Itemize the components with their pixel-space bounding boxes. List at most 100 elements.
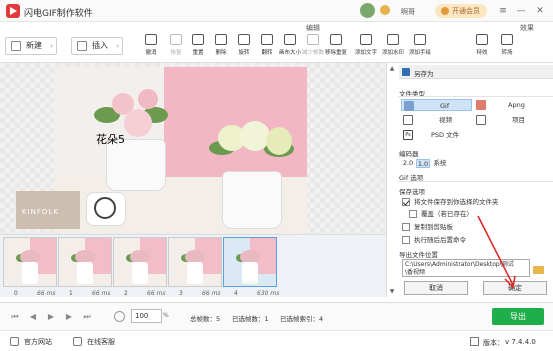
file-type-video[interactable]: 视频 [401, 114, 472, 126]
frame-duration: 66 ms [92, 290, 111, 297]
tool-remove-duplicates-button[interactable]: 移除重复 [322, 34, 350, 61]
frame-thumbnail[interactable] [58, 237, 112, 287]
folder-icon[interactable] [533, 266, 544, 274]
frame-index: 3 [179, 290, 183, 297]
video-icon [403, 115, 413, 125]
checkbox[interactable] [409, 210, 417, 218]
play-icon[interactable]: ▶ [46, 312, 56, 322]
insert-icon [77, 41, 87, 51]
next-frame-icon[interactable]: ▶ [64, 312, 74, 322]
zoom-input[interactable]: 100 [131, 309, 162, 323]
total-frames: 总帧数：5 [190, 315, 221, 323]
frame-index: 1 [69, 290, 73, 297]
file-type-project-label: 项目 [512, 116, 525, 124]
frame-index: 4 [234, 290, 238, 297]
vip-badge-icon [380, 5, 390, 15]
checkbox[interactable] [402, 223, 410, 231]
add-drawing-icon [414, 34, 426, 45]
tool-label: 转场 [501, 50, 513, 56]
ribbon-toolbar: 编辑 效果 新建 › 插入 › 撤消 恢复 重置 删除 旋转 翻转 画布大小 减少帧数 移除重复… [0, 22, 553, 63]
gif-icon [404, 101, 414, 111]
checkbox[interactable] [402, 198, 410, 206]
export-button[interactable]: 导出 [492, 308, 544, 325]
website-link[interactable]: 官方网站 [24, 337, 52, 347]
app-title: 闪电GIF制作软件 [24, 9, 93, 19]
frame-duration: 66 ms [147, 290, 166, 297]
new-button[interactable]: 新建 › [5, 37, 57, 55]
prev-frame-icon[interactable]: ◀ [28, 312, 38, 322]
scroll-down-icon[interactable]: ▼ [386, 287, 398, 297]
file-type-psd-label: PSD 文件 [431, 131, 460, 139]
effects-icon [476, 34, 488, 45]
project-icon [476, 115, 486, 125]
add-watermark-icon [387, 34, 399, 45]
zoom-icon [114, 311, 125, 322]
frame-thumbnail[interactable] [113, 237, 167, 287]
website-icon [10, 337, 19, 346]
rotate-icon [238, 34, 250, 45]
new-button-label: 新建 [26, 41, 42, 50]
first-frame-icon[interactable]: ⏮ [10, 312, 20, 322]
support-link[interactable]: 在线客服 [87, 337, 115, 347]
frame-thumbnail[interactable] [168, 237, 222, 287]
save-as-title: 另存为 [414, 70, 434, 78]
selected-frame-index: 已选帧索引：4 [280, 315, 324, 323]
version-icon [470, 337, 479, 346]
selected-frames: 已选帧数：1 [232, 315, 269, 323]
checkbox[interactable] [402, 236, 410, 244]
menu-icon[interactable]: ≡ [496, 4, 510, 18]
remove-duplicates-icon [330, 34, 342, 45]
file-type-video-label: 视频 [439, 116, 452, 124]
encoder-system[interactable]: 系统 [433, 159, 447, 168]
frame-thumbnail[interactable] [3, 237, 57, 287]
tool-add-text-button[interactable]: 添加文字 [352, 34, 380, 61]
encoder-2-0[interactable]: 2.0 [402, 159, 414, 168]
option-label: 执行随后后置命令 [414, 236, 466, 244]
support-icon [73, 337, 82, 346]
psd-icon: Ps [403, 130, 413, 140]
canvas-area[interactable]: KINFOLK 花朵5 [0, 63, 386, 234]
app-logo-icon [6, 4, 20, 18]
flip-icon [261, 34, 273, 45]
annotation-arrow [477, 215, 516, 289]
tool-add-drawing-button[interactable]: 添加手绘 [406, 34, 434, 61]
frame-duration: 630 ms [257, 290, 280, 297]
encoder-1-0[interactable]: 1.0 [416, 159, 430, 168]
tool-undo-button[interactable]: 撤消 [137, 34, 165, 61]
crown-icon [441, 7, 449, 15]
last-frame-icon[interactable]: ⏭ [82, 312, 92, 322]
frame-thumbnail[interactable] [223, 237, 277, 287]
file-type-apng[interactable]: Apng [474, 99, 550, 111]
tool-label: 翻转 [261, 50, 273, 56]
encoder-label: 编码器 [399, 150, 419, 158]
scroll-up-icon[interactable]: ▲ [386, 64, 398, 74]
tool-label: 移除重复 [324, 50, 347, 56]
option-label: 将文件保存到你选择的文件夹 [414, 198, 499, 206]
close-icon[interactable]: ✕ [533, 4, 547, 18]
book-title: KINFOLK [22, 208, 59, 216]
frame-duration: 66 ms [37, 290, 56, 297]
canvas-size-icon [284, 34, 296, 45]
file-type-psd[interactable]: Ps PSD 文件 [401, 129, 472, 141]
user-name[interactable]: 啊哥 [401, 7, 415, 17]
insert-button-label: 插入 [92, 41, 108, 50]
minimize-icon[interactable]: — [514, 4, 528, 18]
insert-button[interactable]: 插入 › [71, 37, 123, 55]
file-type-gif[interactable]: Gif [401, 99, 472, 111]
tool-effects-button[interactable]: 特效 [468, 34, 496, 61]
frame-text-overlay[interactable]: 花朵5 [96, 131, 125, 147]
apng-icon [476, 100, 486, 110]
tool-label: 特效 [476, 50, 488, 56]
zoom-value: 100 [135, 312, 149, 320]
tool-transition-button[interactable]: 转场 [493, 34, 521, 61]
chevron-right-icon: › [50, 42, 53, 50]
delete-icon [215, 34, 227, 45]
tool-add-watermark-button[interactable]: 添加水印 [379, 34, 407, 61]
zoom-unit[interactable]: % [163, 309, 173, 323]
reset-icon [192, 34, 204, 45]
avatar[interactable] [360, 3, 375, 18]
tool-label: 恢复 [170, 50, 182, 56]
file-type-project[interactable]: 项目 [474, 114, 550, 126]
cancel-button[interactable]: 取消 [404, 281, 468, 295]
tool-label: 画布大小 [278, 50, 301, 56]
